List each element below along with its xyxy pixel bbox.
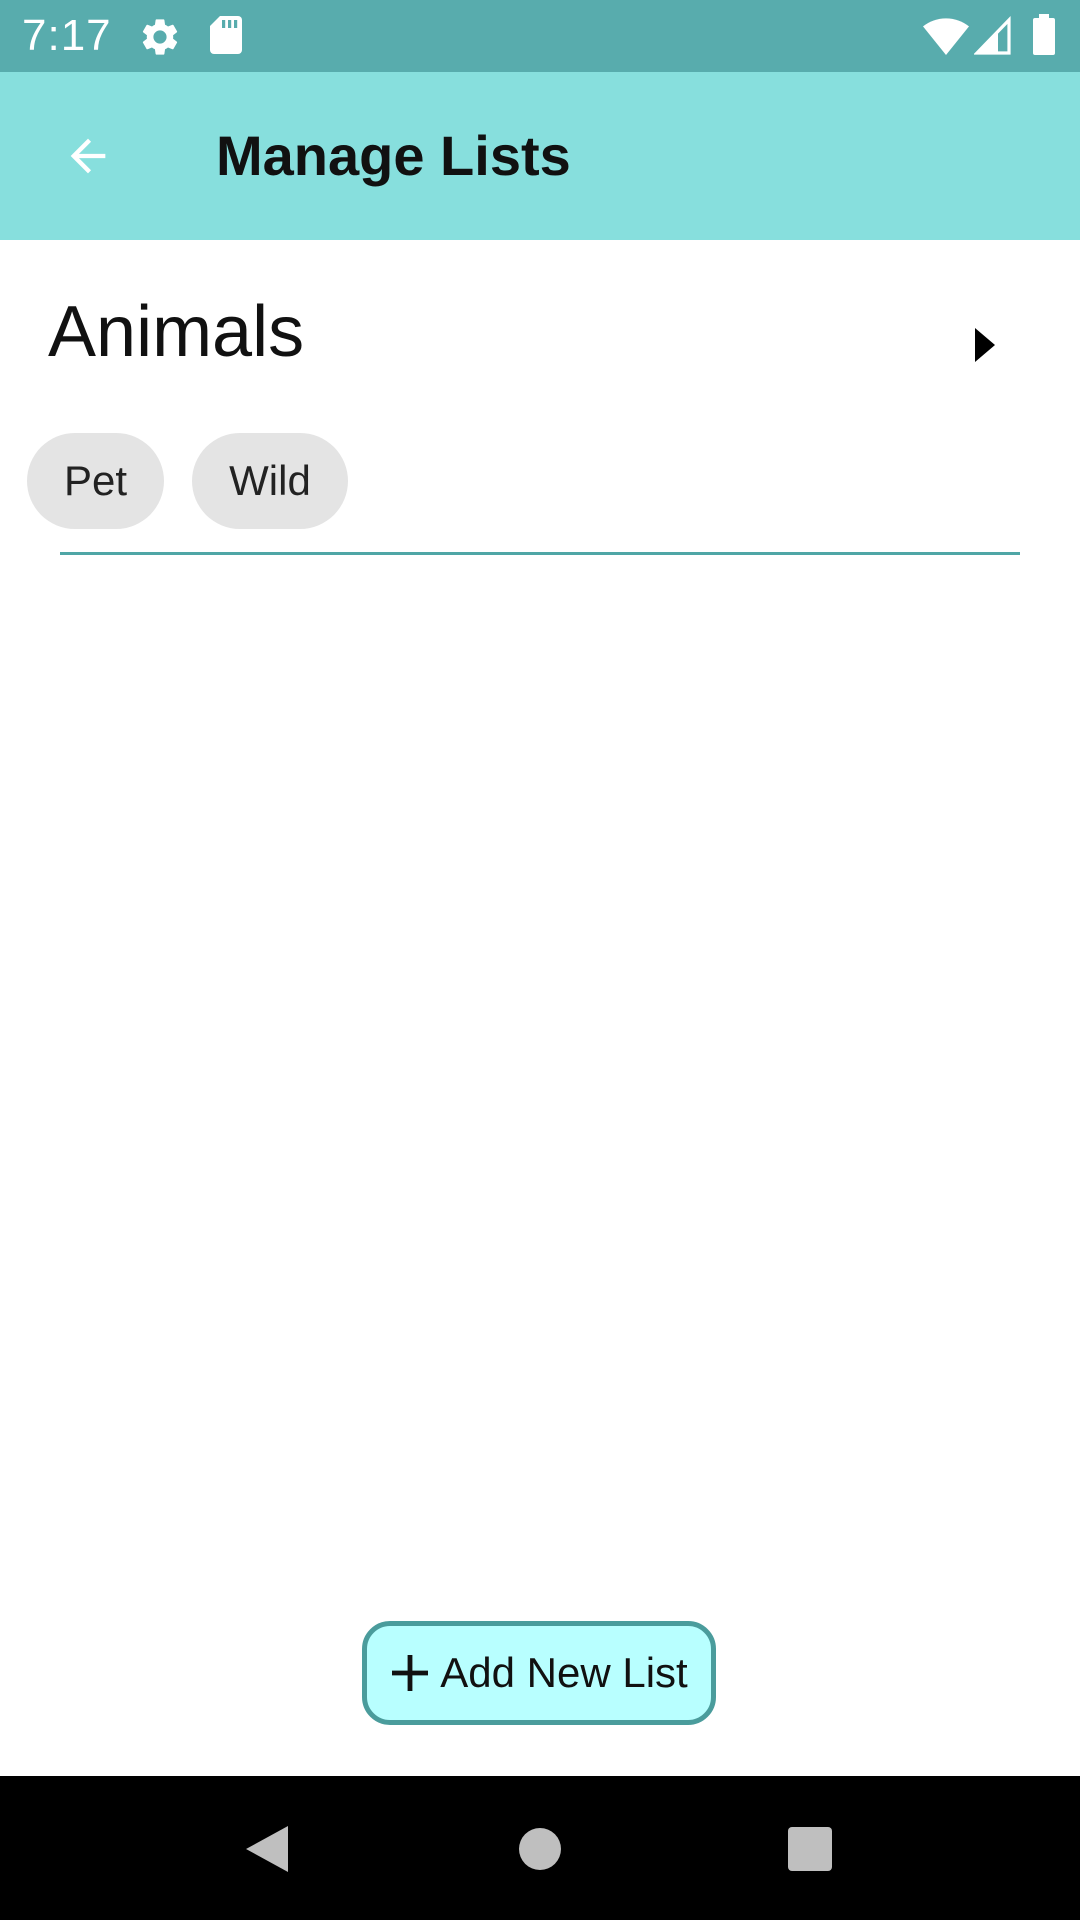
chip-pet[interactable]: Pet	[27, 433, 164, 529]
add-new-list-button[interactable]: Add New List	[362, 1621, 716, 1725]
nav-recents-button[interactable]	[765, 1804, 855, 1894]
sd-card-icon	[206, 14, 246, 61]
list-divider	[60, 552, 1020, 555]
battery-icon	[1032, 14, 1056, 61]
nav-back-button[interactable]	[222, 1804, 312, 1894]
expand-toggle-button[interactable]	[950, 300, 1020, 390]
status-bar: 7:17	[0, 0, 1080, 72]
signal-icon	[973, 16, 1012, 61]
list-title[interactable]: Animals	[48, 296, 304, 368]
chip-wild[interactable]: Wild	[192, 433, 348, 529]
recents-square-icon	[787, 1826, 833, 1872]
settings-icon	[138, 15, 182, 64]
arrow-back-icon	[62, 130, 114, 182]
chip-label: Wild	[229, 457, 311, 504]
caret-right-icon	[975, 328, 995, 362]
nav-home-button[interactable]	[495, 1804, 585, 1894]
page-title: Manage Lists	[216, 124, 571, 187]
app-bar: Manage Lists	[0, 72, 1080, 240]
add-new-list-label: Add New List	[440, 1649, 688, 1696]
chip-label: Pet	[63, 457, 128, 504]
navigation-bar	[0, 1776, 1080, 1920]
status-time: 7:17	[22, 11, 112, 60]
back-button[interactable]	[40, 108, 136, 204]
back-triangle-icon	[244, 1824, 290, 1874]
home-circle-icon	[518, 1827, 562, 1871]
plus-icon	[390, 1653, 430, 1693]
wifi-icon	[922, 16, 970, 61]
